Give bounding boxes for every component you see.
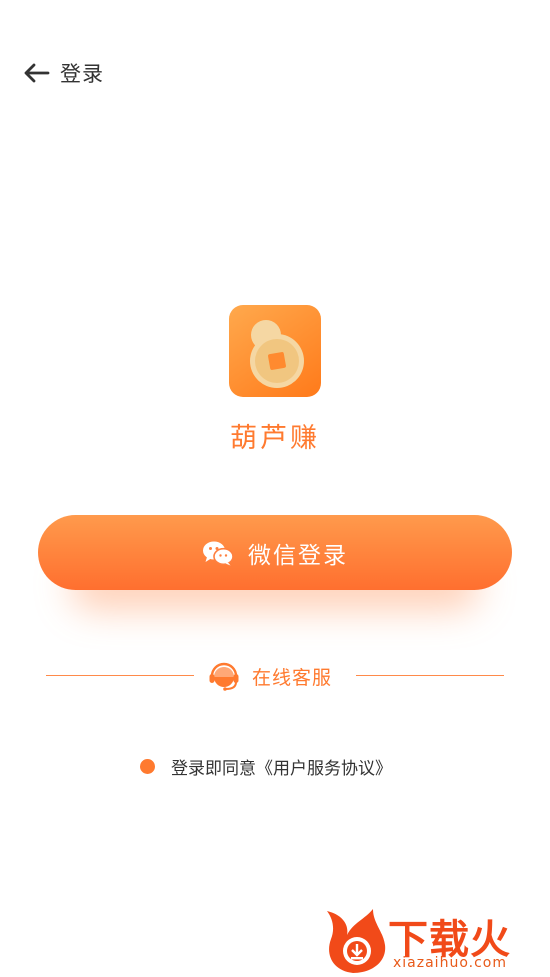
headset-icon (209, 662, 239, 691)
agreement-radio[interactable] (140, 758, 155, 774)
watermark-url: xiazaihuo.com (393, 955, 507, 971)
service-row: 在线客服 (46, 656, 504, 696)
online-service-button[interactable]: 在线客服 (208, 656, 332, 696)
arrow-left-icon (24, 63, 50, 83)
watermark: 下载火 xiazaihuo.com (323, 905, 548, 977)
wechat-icon (203, 541, 234, 565)
gourd-coin-icon (250, 320, 304, 388)
app-name: 葫芦赚 (230, 423, 320, 454)
agreement-text: 登录即同意 (171, 758, 256, 779)
page-title: 登录 (60, 62, 104, 86)
agreement-row: 登录即同意 《用户服务协议》 (140, 752, 392, 780)
back-button[interactable] (22, 62, 50, 84)
header-bar: 登录 (22, 56, 104, 90)
flame-logo-icon (327, 909, 386, 973)
wechat-login-button[interactable]: 微信登录 (38, 515, 512, 590)
wechat-login-label: 微信登录 (248, 542, 348, 569)
divider-right (356, 675, 504, 676)
user-agreement-link[interactable]: 《用户服务协议》 (256, 754, 392, 779)
online-service-label: 在线客服 (252, 666, 333, 689)
divider-left (46, 675, 194, 676)
app-logo (229, 305, 321, 397)
